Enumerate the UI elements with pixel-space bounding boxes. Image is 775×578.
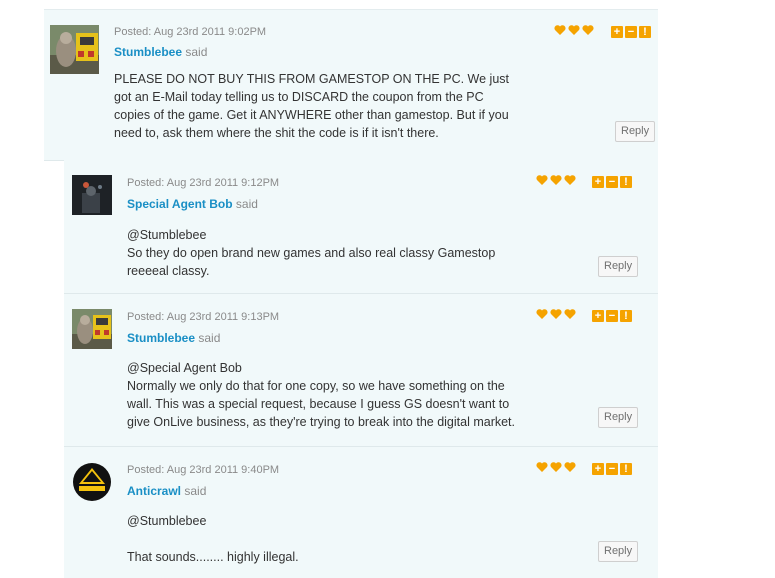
author-link[interactable]: Special Agent Bob [127,197,233,211]
comment-line: @Special Agent Bob [127,361,242,375]
reply-button[interactable]: Reply [598,407,639,428]
post-timestamp: Posted: Aug 23rd 2011 9:02PM [114,26,267,38]
flag-icon[interactable]: ! [620,176,632,188]
comment-line: So they do open brand new games and also… [127,246,496,260]
heart-icon[interactable] [536,308,548,320]
plus-icon[interactable]: + [592,310,604,322]
comment-actions: + − ! [592,176,632,188]
flag-icon[interactable]: ! [620,310,632,322]
comment-line: give OnLive business, as they're trying … [127,415,516,429]
plus-icon[interactable]: + [592,176,604,188]
comment-body: @Stumblebee So they do open brand new ga… [127,226,517,280]
comment-body: @Stumblebee That sounds........ highly i… [127,512,487,566]
plus-icon[interactable]: + [592,463,604,475]
comment-line: PLEASE DO NOT BUY THIS FROM GAMESTOP ON … [114,72,510,86]
comment-actions: + − ! [611,26,651,38]
minus-icon[interactable]: − [606,463,618,475]
comment-line: That sounds........ highly illegal. [127,550,299,564]
comment-line: copies of the game. Get it ANYWHERE othe… [114,108,509,122]
author-line: Anticrawl said [127,484,206,498]
heart-icon[interactable] [564,174,576,186]
comment-line: @Stumblebee [127,228,207,242]
author-line: Stumblebee said [114,45,207,59]
avatar[interactable] [72,309,112,349]
heart-icon[interactable] [582,24,594,36]
author-line: Stumblebee said [127,331,220,345]
heart-icon[interactable] [550,308,562,320]
heart-icon[interactable] [564,461,576,473]
comment: Posted: Aug 23rd 2011 9:12PM Special Age… [64,160,658,294]
author-link[interactable]: Stumblebee [127,331,195,345]
heart-icon[interactable] [550,461,562,473]
reply-button[interactable]: Reply [598,541,639,562]
author-link[interactable]: Stumblebee [114,45,182,59]
flag-icon[interactable]: ! [639,26,651,38]
comment-actions: + − ! [592,310,632,322]
heart-icon[interactable] [550,174,562,186]
plus-icon[interactable]: + [611,26,623,38]
heart-icon[interactable] [564,308,576,320]
comment-line: wall. This was a special request, becaus… [127,397,510,411]
comment-line: Normally we only do that for one copy, s… [127,379,505,393]
reply-button[interactable]: Reply [615,121,656,142]
said-label: said [185,45,208,59]
rating-hearts[interactable] [536,308,576,320]
heart-icon[interactable] [568,24,580,36]
heart-icon[interactable] [554,24,566,36]
comment: Posted: Aug 23rd 2011 9:13PM Stumblebee … [64,294,658,447]
comment-line: got an E-Mail today telling us to DISCAR… [114,90,484,104]
comment-line: need to, ask them where the shit the cod… [114,126,439,140]
said-label: said [184,484,207,498]
said-label: said [235,197,258,211]
author-line: Special Agent Bob said [127,197,258,211]
comment-line [127,530,487,548]
rating-hearts[interactable] [536,461,576,473]
said-label: said [198,331,221,345]
comment-body: @Special Agent Bob Normally we only do t… [127,359,537,431]
post-timestamp: Posted: Aug 23rd 2011 9:40PM [127,464,280,476]
avatar[interactable] [50,25,99,74]
minus-icon[interactable]: − [606,310,618,322]
author-link[interactable]: Anticrawl [127,484,181,498]
avatar[interactable] [72,175,112,215]
post-timestamp: Posted: Aug 23rd 2011 9:13PM [127,311,280,323]
avatar[interactable] [72,462,112,502]
comment-line: @Stumblebee [127,514,207,528]
comment-actions: + − ! [592,463,632,475]
reply-button[interactable]: Reply [598,256,639,277]
minus-icon[interactable]: − [625,26,637,38]
comment: Posted: Aug 23rd 2011 9:02PM Stumblebee … [44,9,658,161]
heart-icon[interactable] [536,174,548,186]
rating-hearts[interactable] [536,174,576,186]
minus-icon[interactable]: − [606,176,618,188]
flag-icon[interactable]: ! [620,463,632,475]
comment-body: PLEASE DO NOT BUY THIS FROM GAMESTOP ON … [114,70,524,142]
rating-hearts[interactable] [554,24,594,36]
comment-line: reeeeal classy. [127,264,210,278]
post-timestamp: Posted: Aug 23rd 2011 9:12PM [127,177,280,189]
comment: Posted: Aug 23rd 2011 9:40PM Anticrawl s… [64,447,658,578]
heart-icon[interactable] [536,461,548,473]
